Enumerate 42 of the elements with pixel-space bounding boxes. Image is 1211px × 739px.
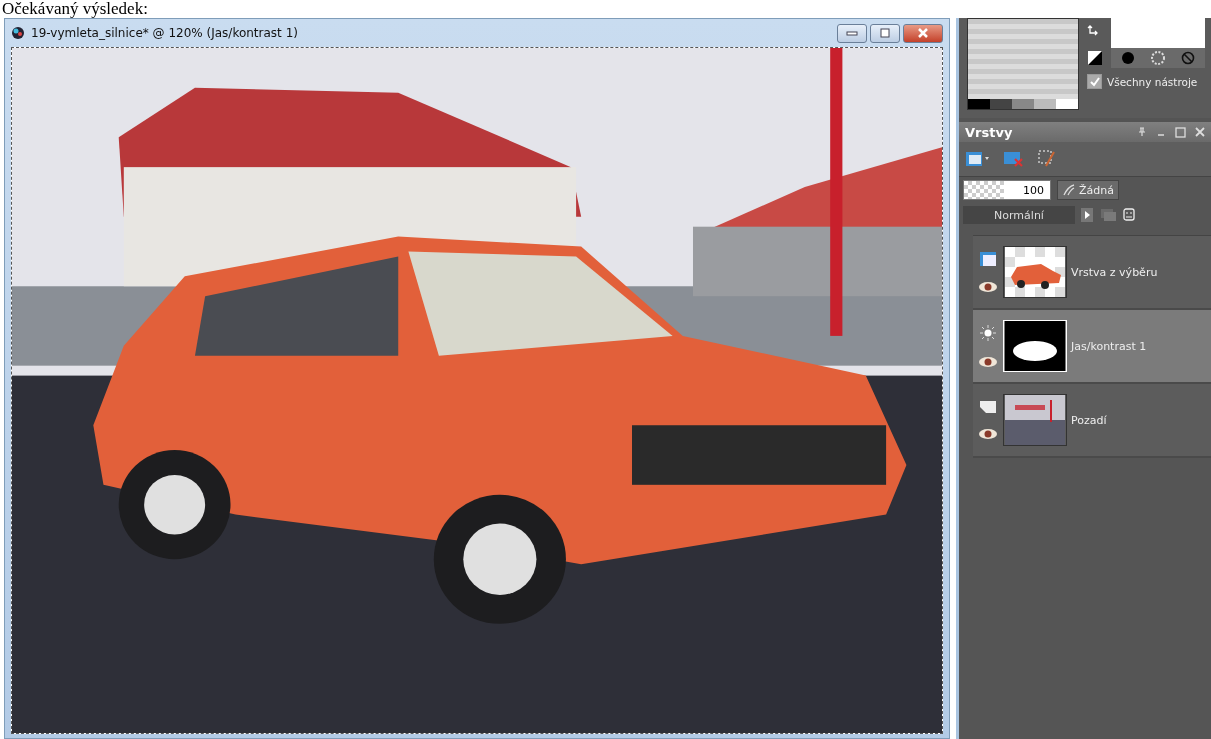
pattern-icon[interactable] xyxy=(1150,50,1166,66)
layer-name: Jas/kontrast 1 xyxy=(1071,339,1147,353)
layer-row[interactable]: Jas/kontrast 1 xyxy=(973,310,1211,384)
caption: Očekávaný výsledek: xyxy=(1,0,148,18)
all-tools-checkbox[interactable] xyxy=(1087,74,1102,89)
eye-icon[interactable] xyxy=(978,356,998,368)
arrow-right-icon[interactable] xyxy=(1081,208,1093,222)
opacity-field[interactable]: 100 xyxy=(963,180,1051,200)
minimize-button[interactable] xyxy=(837,23,867,43)
panel-title: Vrstvy xyxy=(965,124,1013,140)
new-layer-icon[interactable] xyxy=(965,150,991,168)
layer-name: Pozadí xyxy=(1071,413,1107,427)
eye-icon[interactable] xyxy=(978,428,998,440)
close-icon[interactable] xyxy=(1195,127,1205,137)
pin-icon[interactable] xyxy=(1137,127,1147,137)
all-tools-label: Všechny nástroje xyxy=(1107,75,1198,88)
maximize-button[interactable] xyxy=(870,23,900,43)
link-button[interactable]: Žádná xyxy=(1057,180,1119,200)
sun-icon xyxy=(979,324,997,342)
layer-row[interactable]: Vrstva z výběru xyxy=(973,236,1211,310)
background-color-swatch[interactable] xyxy=(1111,18,1205,48)
minimize-icon xyxy=(846,30,858,36)
close-button[interactable] xyxy=(903,23,943,43)
eye-icon[interactable] xyxy=(978,281,998,293)
color-palette[interactable] xyxy=(967,18,1079,110)
layer-row[interactable]: Pozadí xyxy=(973,384,1211,458)
default-colors-icon[interactable] xyxy=(1087,50,1103,66)
background-layer-icon xyxy=(979,400,997,414)
none-icon[interactable] xyxy=(1180,50,1196,66)
maximize-icon[interactable] xyxy=(1175,126,1186,138)
app-icon xyxy=(11,26,25,40)
maximize-icon xyxy=(879,28,891,38)
layer-name: Vrstva z výběru xyxy=(1071,265,1158,279)
raster-layer-icon xyxy=(979,251,997,267)
link-icon xyxy=(1062,183,1076,197)
mask-icon[interactable] xyxy=(1123,208,1135,222)
window-title: 19-vymleta_silnice* @ 120% (Jas/kontrast 1) xyxy=(31,26,298,40)
blend-mode-dropdown[interactable]: Normální xyxy=(963,206,1075,224)
close-icon xyxy=(917,28,929,38)
mask-thumbnail xyxy=(1003,320,1067,372)
solid-color-icon[interactable] xyxy=(1120,50,1136,66)
selection-brush-icon[interactable] xyxy=(1037,149,1057,169)
